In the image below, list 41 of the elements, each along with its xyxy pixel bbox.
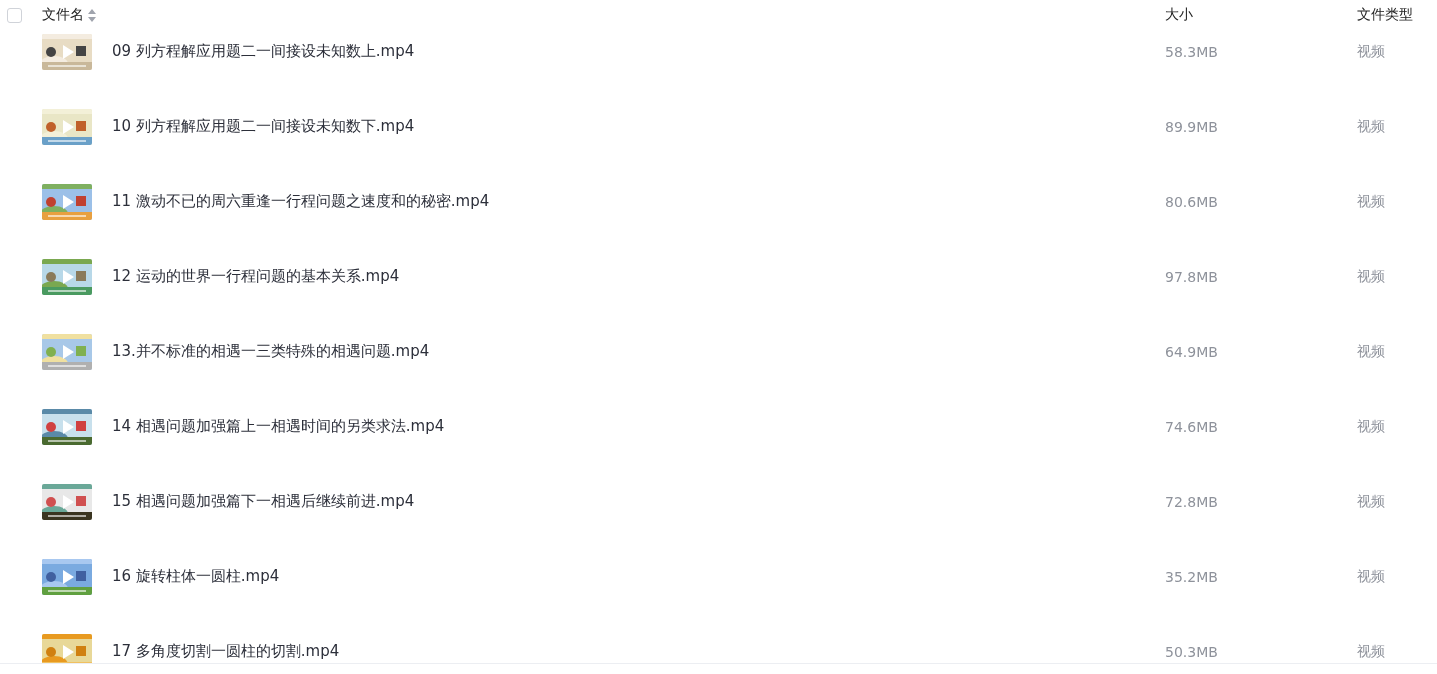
file-type: 视频 (1357, 193, 1385, 209)
play-icon[interactable] (62, 119, 74, 134)
file-size: 72.8MB (1165, 493, 1218, 510)
file-name[interactable]: 15 相遇问题加强篇下一相遇后继续前进.mp4 (112, 492, 415, 510)
play-icon[interactable] (62, 494, 74, 509)
play-icon[interactable] (62, 44, 74, 59)
file-type: 视频 (1357, 343, 1385, 359)
file-name[interactable]: 17 多角度切割一圆柱的切割.mp4 (112, 642, 340, 660)
file-name[interactable]: 16 旋转柱体一圆柱.mp4 (112, 567, 280, 585)
file-size: 64.9MB (1165, 343, 1218, 360)
column-header[interactable]: 文件名 (42, 6, 84, 24)
file-size: 80.6MB (1165, 193, 1218, 210)
play-icon[interactable] (62, 569, 74, 584)
file-size: 89.9MB (1165, 118, 1218, 135)
column-header[interactable]: 文件类型 (1357, 6, 1413, 22)
file-type: 视频 (1357, 118, 1385, 134)
file-size: 58.3MB (1165, 43, 1218, 60)
select-all-checkbox[interactable] (7, 7, 22, 23)
file-name[interactable]: 14 相遇问题加强篇上一相遇时间的另类求法.mp4 (112, 417, 445, 435)
file-type: 视频 (1357, 43, 1385, 59)
file-type: 视频 (1357, 493, 1385, 509)
file-name[interactable]: 11 激动不已的周六重逢一行程问题之速度和的秘密.mp4 (112, 192, 490, 210)
file-size: 74.6MB (1165, 418, 1218, 435)
file-type: 视频 (1357, 568, 1385, 584)
file-name[interactable]: 10 列方程解应用题二一间接设未知数下.mp4 (112, 117, 415, 135)
file-type: 视频 (1357, 643, 1385, 659)
play-icon[interactable] (62, 194, 74, 209)
file-size: 50.3MB (1165, 643, 1218, 660)
play-icon[interactable] (62, 344, 74, 359)
play-icon[interactable] (62, 419, 74, 434)
file-size: 97.8MB (1165, 268, 1218, 285)
play-icon[interactable] (62, 269, 74, 284)
file-type: 视频 (1357, 268, 1385, 284)
play-icon[interactable] (62, 644, 74, 659)
column-header[interactable]: 大小 (1165, 6, 1193, 22)
file-name[interactable]: 13.并不标准的相遇一三类特殊的相遇问题.mp4 (112, 342, 430, 360)
file-name[interactable]: 12 运动的世界一行程问题的基本关系.mp4 (112, 267, 400, 285)
file-size: 35.2MB (1165, 568, 1218, 585)
file-name[interactable]: 09 列方程解应用题二一间接设未知数上.mp4 (112, 42, 415, 60)
sort-icon[interactable] (88, 8, 96, 22)
file-type: 视频 (1357, 418, 1385, 434)
